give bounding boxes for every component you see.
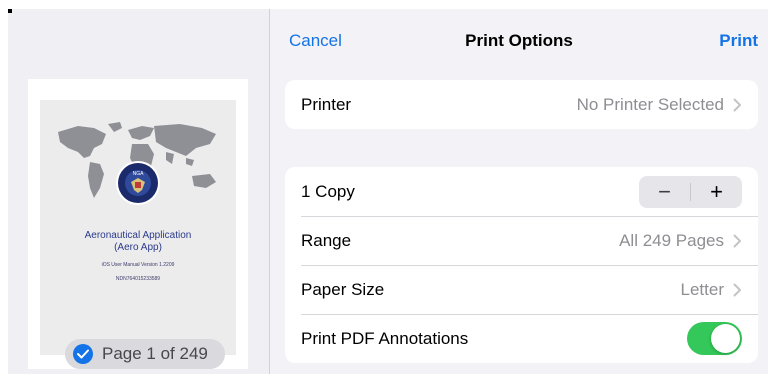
range-row[interactable]: Range All 249 Pages bbox=[285, 216, 758, 265]
seal-text: NGA bbox=[133, 171, 145, 177]
decrement-copies-button[interactable]: − bbox=[639, 176, 690, 208]
chevron-right-icon bbox=[733, 283, 741, 296]
doc-code: NDN764015233589 bbox=[115, 276, 161, 282]
copies-stepper[interactable]: − + bbox=[639, 175, 742, 208]
navigation-bar: Print Options Cancel Print bbox=[270, 9, 768, 69]
toggle-knob bbox=[711, 324, 740, 353]
annotations-label: Print PDF Annotations bbox=[301, 328, 469, 348]
printer-value: No Printer Selected bbox=[576, 94, 724, 114]
paper-size-label: Paper Size bbox=[301, 279, 385, 299]
print-button[interactable]: Print bbox=[719, 31, 758, 51]
increment-copies-button[interactable]: + bbox=[691, 176, 742, 208]
page-thumbnail: NGA Aeronautical Application (Aero App) … bbox=[40, 100, 236, 369]
printer-group: Printer No Printer Selected bbox=[285, 80, 758, 129]
range-value-wrap: All 249 Pages bbox=[619, 231, 742, 251]
page-indicator-badge[interactable]: Page 1 of 249 bbox=[65, 339, 225, 369]
chevron-right-icon bbox=[733, 98, 741, 111]
page-indicator-label: Page 1 of 249 bbox=[102, 344, 208, 363]
copies-row: 1 Copy − + bbox=[285, 167, 758, 216]
doc-title-line2: (Aero App) bbox=[114, 242, 162, 253]
annotations-toggle[interactable] bbox=[687, 322, 742, 355]
page-thumbnail-card[interactable]: NGA Aeronautical Application (Aero App) … bbox=[28, 79, 248, 369]
checkmark-circle-icon bbox=[73, 344, 93, 364]
doc-title-line1: Aeronautical Application bbox=[84, 230, 192, 241]
range-value: All 249 Pages bbox=[619, 230, 724, 250]
printer-value-wrap: No Printer Selected bbox=[577, 95, 742, 115]
range-label: Range bbox=[301, 230, 352, 250]
print-preview-pane: NGA Aeronautical Application (Aero App) … bbox=[8, 9, 269, 374]
doc-subtitle: iOS User Manual Version 1.2209 bbox=[101, 262, 175, 268]
paper-size-value: Letter bbox=[680, 279, 724, 299]
print-options-pane: Print Options Cancel Print Printer No Pr… bbox=[270, 9, 768, 374]
chevron-right-icon bbox=[733, 234, 741, 247]
options-group: 1 Copy − + Range All 249 Pages Paper Siz… bbox=[285, 167, 758, 363]
annotations-row: Print PDF Annotations bbox=[285, 314, 758, 363]
printer-row[interactable]: Printer No Printer Selected bbox=[285, 80, 758, 129]
printer-label: Printer bbox=[301, 94, 352, 114]
paper-size-row[interactable]: Paper Size Letter bbox=[285, 265, 758, 314]
page-title: Print Options bbox=[465, 31, 573, 50]
corner-mark bbox=[8, 9, 12, 13]
cancel-button[interactable]: Cancel bbox=[289, 31, 342, 51]
agency-seal-logo: NGA bbox=[116, 161, 160, 205]
copies-label: 1 Copy bbox=[301, 181, 355, 201]
paper-size-value-wrap: Letter bbox=[681, 280, 742, 300]
